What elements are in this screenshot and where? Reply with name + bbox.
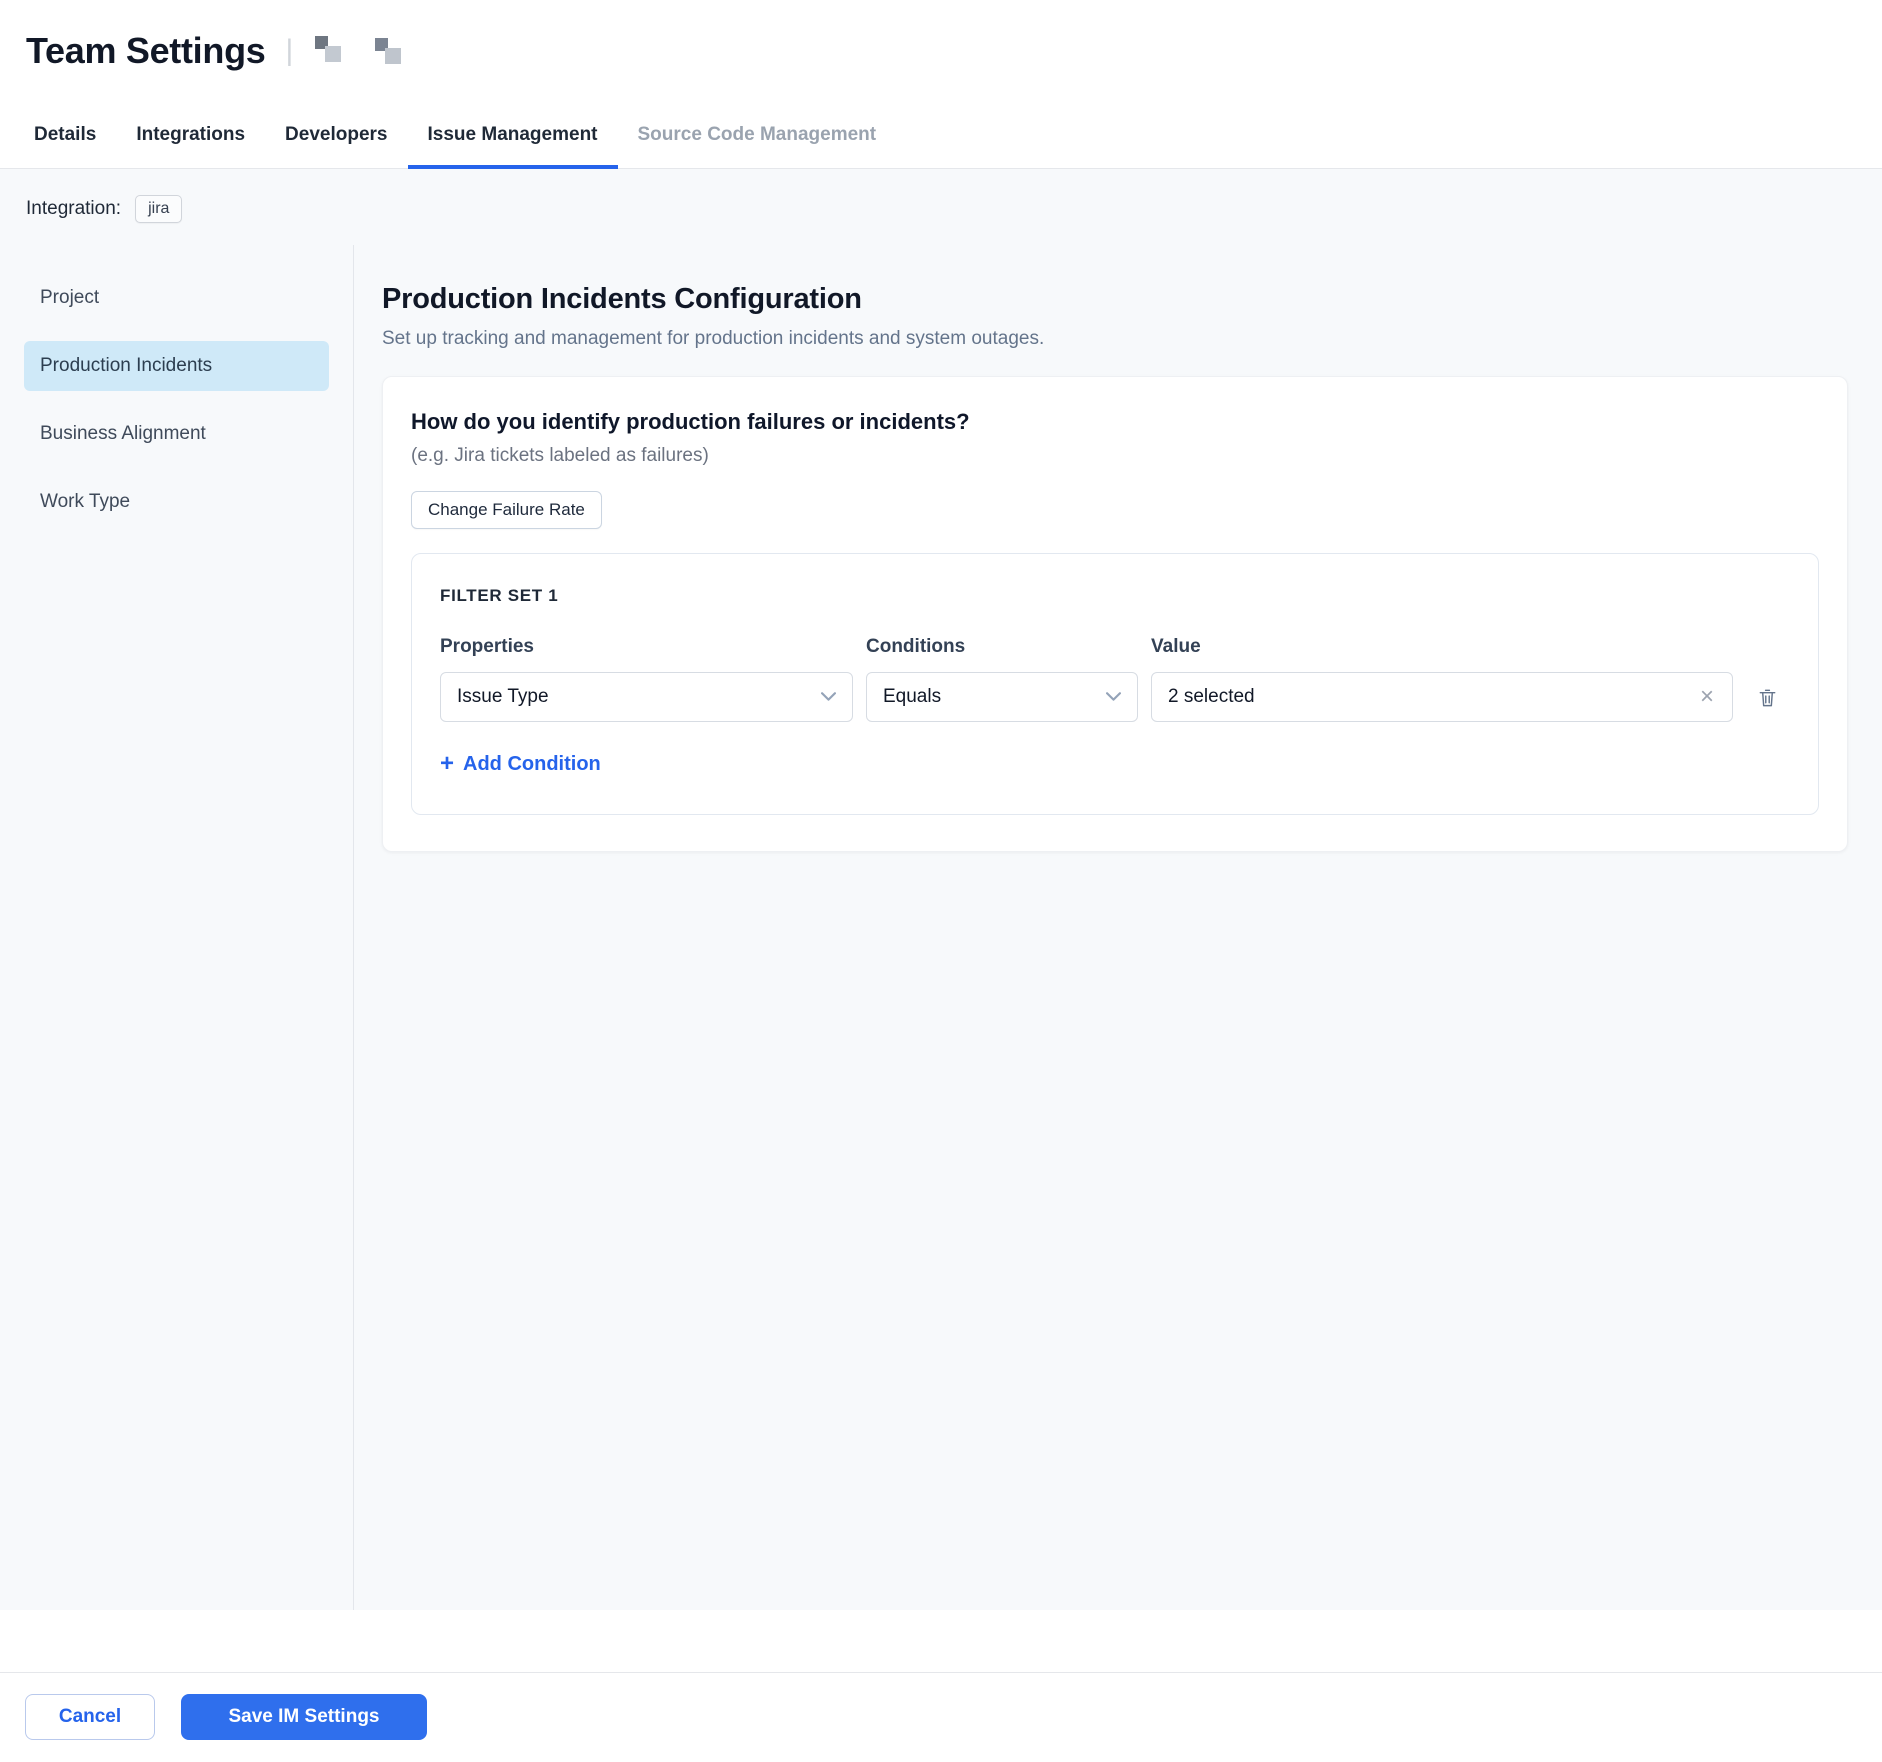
save-im-settings-button[interactable]: Save IM Settings <box>181 1694 427 1740</box>
filter-set-box: FILTER SET 1 Properties Conditions Value… <box>411 553 1819 815</box>
cancel-button[interactable]: Cancel <box>25 1694 155 1740</box>
sidebar-item-project[interactable]: Project <box>24 273 329 323</box>
property-select[interactable]: Issue Type <box>440 672 853 722</box>
page-title: Team Settings <box>26 30 266 72</box>
integration-badge: jira <box>135 195 182 223</box>
incidents-config-card: How do you identify production failures … <box>382 376 1848 852</box>
delete-filter-row-icon[interactable] <box>1756 686 1779 709</box>
column-header-conditions: Conditions <box>866 636 1138 658</box>
section-subtitle: Set up tracking and management for produ… <box>382 328 1848 350</box>
sidebar-item-production-incidents[interactable]: Production Incidents <box>24 341 329 391</box>
section-title: Production Incidents Configuration <box>382 283 1848 316</box>
property-select-value: Issue Type <box>457 686 549 708</box>
filter-set-title: FILTER SET 1 <box>440 586 1790 606</box>
tab-integrations[interactable]: Integrations <box>116 102 265 168</box>
integration-label: Integration: <box>26 198 121 220</box>
tab-bar: Details Integrations Developers Issue Ma… <box>0 102 1882 169</box>
condition-select[interactable]: Equals <box>866 672 1138 722</box>
chevron-down-icon <box>1106 692 1121 702</box>
clear-selection-icon[interactable]: × <box>1698 685 1716 709</box>
sidebar-item-work-type[interactable]: Work Type <box>24 477 329 527</box>
add-condition-label: Add Condition <box>463 753 601 776</box>
settings-sidebar: Project Production Incidents Business Al… <box>0 245 354 1610</box>
change-failure-rate-chip[interactable]: Change Failure Rate <box>411 491 602 529</box>
value-multiselect[interactable]: 2 selected × <box>1151 672 1733 722</box>
tab-developers[interactable]: Developers <box>265 102 407 168</box>
tab-source-code-management: Source Code Management <box>618 102 897 168</box>
integration-row: Integration: jira <box>0 169 1882 245</box>
add-condition-button[interactable]: + Add Condition <box>440 752 601 776</box>
value-multiselect-text: 2 selected <box>1168 686 1255 708</box>
main-panel: Production Incidents Configuration Set u… <box>354 245 1882 1610</box>
content-row: Project Production Incidents Business Al… <box>0 245 1882 1610</box>
plus-icon: + <box>440 752 454 776</box>
tab-issue-management[interactable]: Issue Management <box>408 102 618 168</box>
chevron-down-icon <box>821 692 836 702</box>
column-header-value: Value <box>1151 636 1733 658</box>
row-actions <box>1746 686 1790 709</box>
column-header-properties: Properties <box>440 636 853 658</box>
filter-grid: Properties Conditions Value Issue Type E… <box>440 636 1790 722</box>
condition-select-value: Equals <box>883 686 941 708</box>
header: Team Settings | <box>0 0 1882 102</box>
card-question: How do you identify production failures … <box>411 409 1819 435</box>
footer-action-bar: Cancel Save IM Settings <box>0 1672 1882 1762</box>
integration-logo-icon <box>315 36 345 66</box>
title-separator: | <box>286 34 294 68</box>
page-body: Integration: jira Project Production Inc… <box>0 169 1882 1610</box>
sidebar-item-business-alignment[interactable]: Business Alignment <box>24 409 329 459</box>
tab-details[interactable]: Details <box>14 102 116 168</box>
integration-logo-icon <box>373 36 403 66</box>
card-hint: (e.g. Jira tickets labeled as failures) <box>411 445 1819 467</box>
